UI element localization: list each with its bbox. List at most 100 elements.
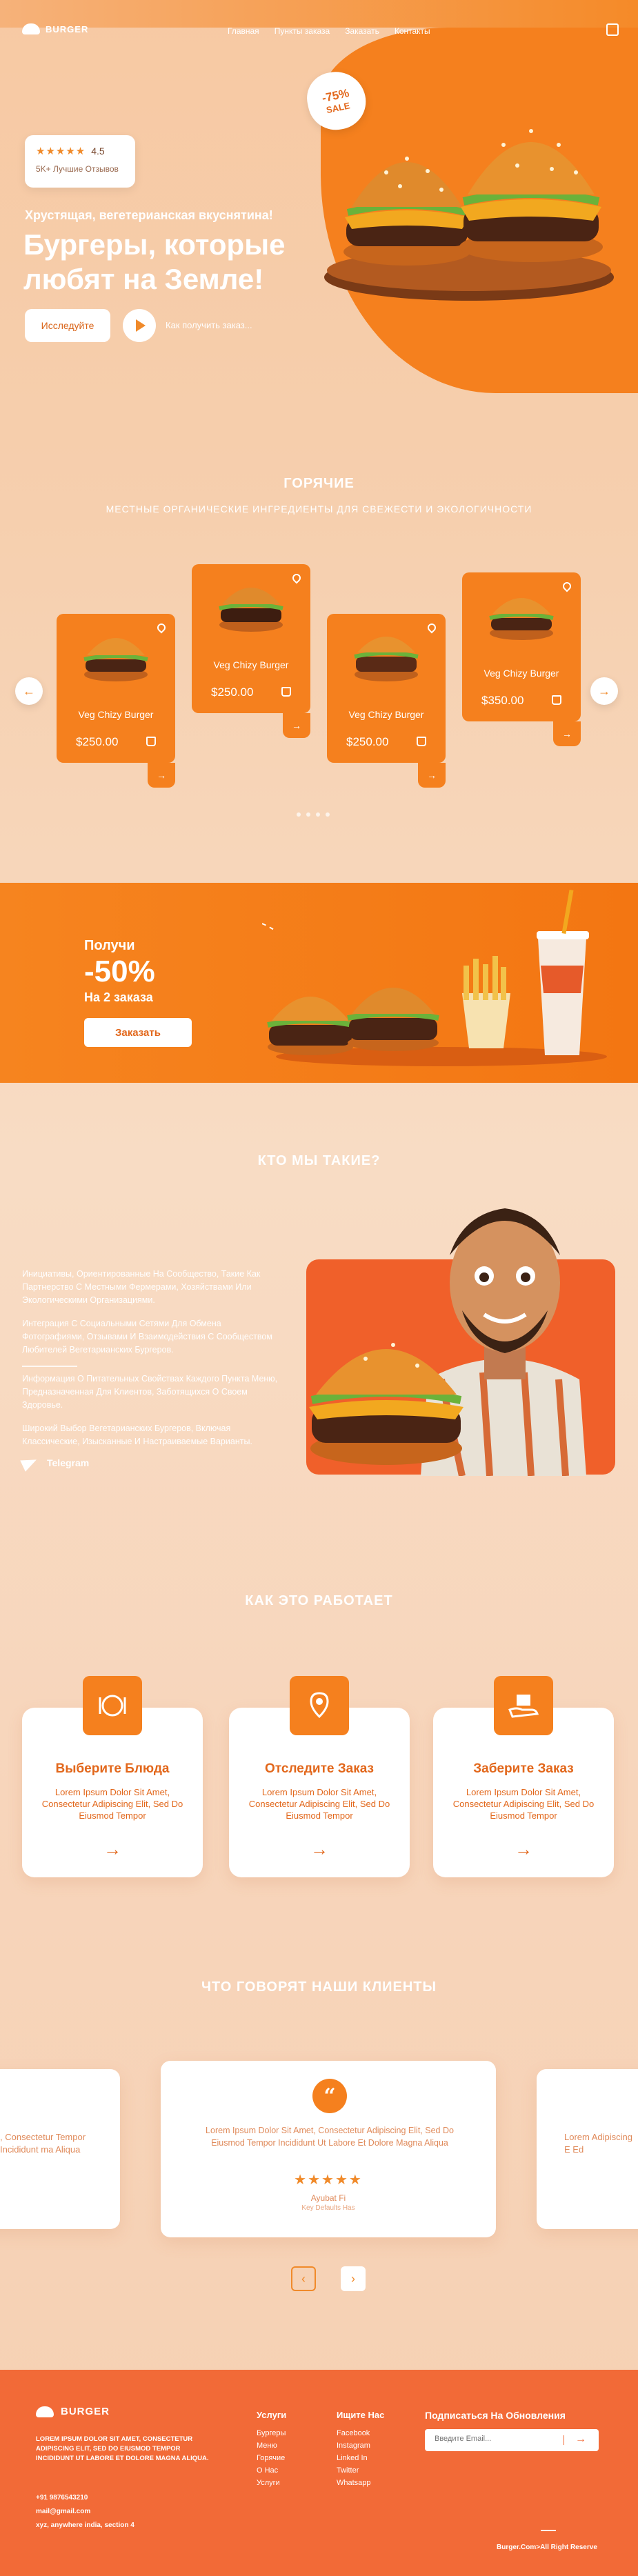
subscribe-email-input[interactable] — [435, 2435, 552, 2443]
testimonial-card: “ Lorem Ipsum Dolor Sit Amet, Consectetu… — [161, 2061, 496, 2237]
promo-label: Получи — [84, 938, 135, 953]
carousel-dot[interactable] — [326, 812, 330, 817]
step-title: Отследите Заказ — [265, 1761, 374, 1776]
footer-social-link[interactable]: Linked In — [337, 2452, 384, 2464]
testimonial-card-partial: Lorem Adipiscing E Ed — [537, 2069, 638, 2229]
product-price: $350.00 — [481, 694, 524, 707]
product-name: Veg Chizy Burger — [78, 709, 154, 720]
navbar: BURGER Главная Пункты заказа Заказать Ко… — [0, 0, 638, 62]
main-menu: Главная Пункты заказа Заказать Контакты — [228, 26, 430, 36]
footer-about: LOREM IPSUM DOLOR SIT AMET, CONSECTETUR … — [36, 2435, 209, 2462]
testimonial-prev-button[interactable]: ‹ — [291, 2266, 316, 2291]
product-card[interactable]: Veg Chizy Burger $350.00 → — [462, 572, 581, 746]
footer-social-link[interactable]: Instagram — [337, 2439, 384, 2452]
footer-phone[interactable]: +91 9876543210 — [36, 2494, 88, 2502]
telegram-label: Telegram — [47, 1457, 90, 1468]
add-to-cart-arrow-icon[interactable]: → — [148, 763, 175, 788]
carousel-dot[interactable] — [297, 812, 301, 817]
hero-title: Бургеры, которые любят на Земле! — [23, 228, 327, 297]
step-title: Заберите Заказ — [473, 1761, 574, 1776]
telegram-link[interactable]: Telegram — [20, 1454, 90, 1472]
promo-order-button[interactable]: Заказать — [84, 1018, 192, 1047]
burger-logo-icon — [22, 23, 40, 34]
testimonial-author: Ayubat Fi — [310, 2193, 346, 2203]
bag-icon[interactable] — [417, 737, 426, 746]
hot-section-title: ГОРЯЧИЕ — [283, 476, 355, 491]
footer-link[interactable]: Бургеры — [257, 2427, 286, 2439]
telegram-icon — [20, 1454, 39, 1472]
footer-link[interactable]: О Нас — [257, 2464, 286, 2477]
testimonial-card-partial: , Consectetur Tempor Incididunt ma Aliqu… — [0, 2069, 120, 2229]
favorite-icon[interactable] — [561, 580, 573, 592]
logo[interactable]: BURGER — [22, 23, 88, 34]
add-to-cart-arrow-icon[interactable]: → — [418, 763, 446, 788]
subscribe-form: → — [425, 2429, 599, 2451]
product-name: Veg Chizy Burger — [484, 668, 559, 679]
carousel-prev-button[interactable]: ← — [15, 677, 43, 705]
divider — [22, 1366, 77, 1367]
favorite-icon[interactable] — [155, 621, 168, 634]
footer-social-link[interactable]: Twitter — [337, 2464, 384, 2477]
bag-icon[interactable] — [552, 695, 561, 705]
bag-icon[interactable] — [146, 737, 156, 746]
page: BURGER Главная Пункты заказа Заказать Ко… — [0, 0, 638, 2576]
menu-item-order[interactable]: Заказать — [345, 26, 379, 36]
arrow-right-icon[interactable]: → — [229, 1839, 410, 1860]
footer-link[interactable]: Услуги — [257, 2477, 286, 2489]
burger-image — [489, 598, 554, 640]
carousel-dot[interactable] — [316, 812, 320, 817]
product-price: $250.00 — [346, 735, 389, 748]
arrow-right-icon[interactable]: → — [22, 1839, 203, 1860]
about-paragraph: Широкий Выбор Вегетарианских Бургеров, В… — [22, 1424, 252, 1446]
bag-icon[interactable] — [281, 687, 291, 697]
footer-find-title: Ищите Нас — [337, 2410, 385, 2420]
favorite-icon[interactable] — [290, 572, 303, 584]
footer-link[interactable]: Горячие — [257, 2452, 286, 2464]
rating-stars: ★★★★★ — [36, 146, 86, 157]
add-to-cart-arrow-icon[interactable]: → — [553, 721, 581, 746]
testimonial-fragment: Lorem Adipiscing E Ed — [564, 2132, 632, 2155]
product-card[interactable]: Veg Chizy Burger $250.00 → — [57, 614, 175, 788]
product-price: $250.00 — [211, 686, 254, 699]
testimonial-role: Key Defaults Has — [301, 2204, 355, 2212]
menu-item-locations[interactable]: Пункты заказа — [275, 26, 330, 36]
carousel-next-button[interactable]: → — [590, 677, 618, 705]
add-to-cart-arrow-icon[interactable]: → — [283, 713, 310, 738]
product-name: Veg Chizy Burger — [213, 659, 289, 670]
footer-email[interactable]: mail@gmail.com — [36, 2508, 90, 2515]
explore-button[interactable]: Исследуйте — [25, 309, 110, 342]
product-card[interactable]: Veg Chizy Burger $250.00 → — [192, 564, 310, 738]
product-card[interactable]: Veg Chizy Burger $250.00 → — [327, 614, 446, 788]
testimonial-next-button[interactable]: › — [341, 2266, 366, 2291]
rating-card: ★★★★★ 4.5 5K+ Лучшие Отзывов — [25, 135, 135, 188]
menu-item-home[interactable]: Главная — [228, 26, 259, 36]
footer-link[interactable]: Меню — [257, 2439, 286, 2452]
reviews-count: 5K+ Лучшие Отзывов — [36, 164, 119, 174]
favorite-icon[interactable] — [426, 621, 438, 634]
subscribe-submit-arrow-icon[interactable]: → — [575, 2433, 586, 2446]
menu-item-contacts[interactable]: Контакты — [395, 26, 430, 36]
hero-title-line-2: любят на Земле! — [23, 263, 264, 295]
cart-icon[interactable] — [606, 23, 619, 36]
hot-section-subtitle: МЕСТНЫЕ ОРГАНИЧЕСКИЕ ИНГРЕДИЕНТЫ ДЛЯ СВЕ… — [106, 503, 532, 515]
play-video-button[interactable] — [123, 309, 156, 342]
testimonial-fragment: , Consectetur Tempor Incididunt ma Aliqu… — [0, 2132, 86, 2155]
step-text: Lorem Ipsum Dolor Sit Amet, Consectetur … — [248, 1787, 390, 1821]
about-section-title: КТО МЫ ТАКИЕ? — [257, 1153, 381, 1168]
how-section-title: КАК ЭТО РАБОТАЕТ — [245, 1593, 393, 1608]
how-to-order-link[interactable]: Как получить заказ... — [166, 320, 252, 330]
hero-kicker: Хрустящая, вегетерианская вкуснятина! — [25, 208, 273, 222]
promo-banner: Получи -50% На 2 заказа Заказать — [0, 883, 638, 1083]
logo-text: BURGER — [46, 23, 89, 34]
footer-logo[interactable]: BURGER — [36, 2406, 110, 2417]
footer-social-link[interactable]: Facebook — [337, 2427, 384, 2439]
footer-find-us: Ищите Нас Facebook Instagram Linked In T… — [337, 2410, 384, 2489]
arrow-right-icon[interactable]: → — [433, 1839, 614, 1860]
footer-social-link[interactable]: Whatsapp — [337, 2477, 384, 2489]
testimonial-stars: ★★★★★ — [294, 2173, 363, 2188]
promo-discount: -50% — [84, 955, 155, 988]
copyright: Burger.Com>All Right Reserve — [497, 2544, 597, 2551]
rating-value: 4.5 — [91, 146, 105, 157]
footer: BURGER LOREM IPSUM DOLOR SIT AMET, CONSE… — [0, 2370, 638, 2576]
carousel-dot[interactable] — [306, 812, 310, 817]
